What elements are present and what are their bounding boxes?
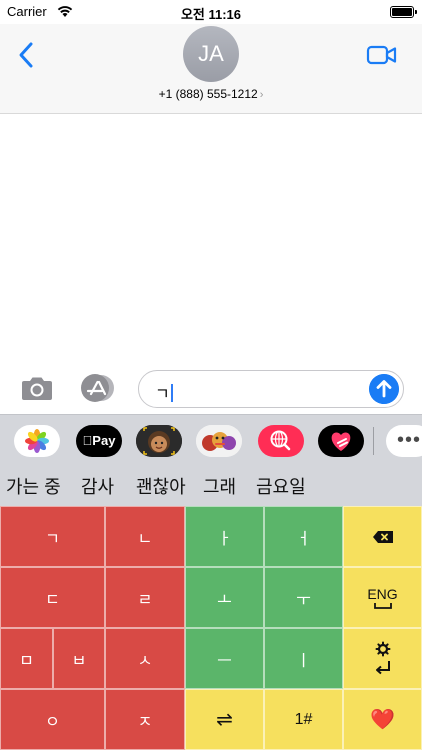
key-rieul[interactable]: ㄹ bbox=[105, 567, 185, 628]
key-mieum[interactable]: ㅁ bbox=[0, 628, 53, 689]
key-eu[interactable]: ㅡ bbox=[185, 628, 264, 689]
digital-touch-heart-icon[interactable] bbox=[318, 425, 364, 457]
settings-return-key[interactable] bbox=[343, 628, 422, 689]
message-thread bbox=[0, 114, 422, 364]
key-label: ㅂ bbox=[71, 652, 87, 670]
app-store-icon[interactable] bbox=[77, 373, 119, 403]
typed-text: ㄱ bbox=[155, 386, 170, 403]
key-label: ㅗ bbox=[217, 591, 232, 609]
key-label: ㅇ bbox=[45, 713, 60, 731]
key-giyeok[interactable]: ㄱ bbox=[0, 506, 105, 567]
messages-screen: Carrier 오전 11:16 JA +1 (888) 555-1212› bbox=[0, 0, 422, 750]
message-input-text: ㄱ bbox=[155, 380, 173, 404]
key-i[interactable]: ㅣ bbox=[264, 628, 343, 689]
send-arrow-icon[interactable] bbox=[369, 374, 399, 404]
contact-details-link[interactable]: +1 (888) 555-1212 › bbox=[0, 87, 422, 101]
key-label: ㅣ bbox=[296, 652, 311, 670]
heart-icon: ❤️ bbox=[370, 709, 395, 731]
numbers-key[interactable]: 1# bbox=[264, 689, 343, 750]
suggestion-2[interactable]: 괜찮아 bbox=[136, 473, 186, 499]
key-digeut[interactable]: ㄷ bbox=[0, 567, 105, 628]
suggestion-0[interactable]: 가는 중 bbox=[6, 473, 61, 499]
photos-icon[interactable] bbox=[14, 425, 60, 457]
emoji-heart-key[interactable]: ❤️ bbox=[343, 689, 422, 750]
camera-icon[interactable] bbox=[20, 374, 54, 402]
clock: 오전 11:16 bbox=[180, 7, 242, 22]
text-caret bbox=[170, 384, 173, 402]
apple-logo-icon:  bbox=[83, 433, 93, 448]
key-label: ㄹ bbox=[137, 591, 153, 609]
key-label: ㅡ bbox=[217, 652, 232, 670]
more-apps-icon[interactable]: ••• bbox=[386, 425, 422, 457]
key-siot[interactable]: ㅅ bbox=[105, 628, 185, 689]
key-ieung[interactable]: ㅇ bbox=[0, 689, 105, 750]
battery-icon bbox=[390, 6, 417, 18]
compose-bar: ㄱ bbox=[0, 364, 422, 414]
key-label: ㄷ bbox=[45, 591, 60, 609]
eng-space-key[interactable]: ENG bbox=[343, 567, 422, 628]
key-label: ㅓ bbox=[296, 530, 311, 548]
web-search-icon[interactable] bbox=[258, 425, 304, 457]
chevron-right-icon: › bbox=[259, 89, 264, 101]
delete-key[interactable] bbox=[343, 506, 422, 567]
message-input[interactable]: ㄱ bbox=[138, 370, 404, 408]
key-label: ㅏ bbox=[217, 530, 232, 548]
strip-divider bbox=[373, 427, 374, 455]
key-o[interactable]: ㅗ bbox=[185, 567, 264, 628]
key-label: ㄴ bbox=[137, 530, 153, 548]
suggestion-3[interactable]: 그래 bbox=[203, 473, 236, 499]
suggestion-4[interactable]: 금요일 bbox=[256, 473, 306, 499]
key-label: ㄱ bbox=[45, 530, 60, 548]
imessage-app-strip: Pay bbox=[0, 414, 422, 464]
contact-number: +1 (888) 555-1212 bbox=[158, 87, 258, 101]
switch-arrows-icon: ⇌ bbox=[216, 709, 233, 731]
korean-keyboard: ㄱ ㄴ ㅏ ㅓ ㄷ ㄹ ㅗ ㅜ ENG ㅁ ㅂ ㅅ ㅡ ㅣ ㅇ ㅈ ⇌ 1# ❤… bbox=[0, 506, 422, 750]
back-chevron-icon[interactable] bbox=[14, 40, 40, 70]
backspace-icon bbox=[372, 530, 393, 543]
key-jieut[interactable]: ㅈ bbox=[105, 689, 185, 750]
memoji-icon[interactable] bbox=[136, 425, 182, 457]
eng-label: ENG bbox=[367, 585, 398, 602]
key-bieup[interactable]: ㅂ bbox=[53, 628, 105, 689]
contact-avatar[interactable]: JA bbox=[183, 26, 239, 82]
space-bar-icon bbox=[373, 602, 392, 609]
key-nieun[interactable]: ㄴ bbox=[105, 506, 185, 567]
conversation-header: JA +1 (888) 555-1212 › bbox=[0, 24, 422, 114]
key-label: ㅅ bbox=[137, 652, 153, 670]
video-camera-icon[interactable] bbox=[366, 44, 398, 66]
key-label: ㅜ bbox=[296, 591, 311, 609]
suggestion-1[interactable]: 감사 bbox=[81, 473, 114, 499]
apple-pay-icon[interactable]: Pay bbox=[76, 425, 122, 457]
predictive-suggestions: 가는 중 감사 괜찮아 그래 금요일 bbox=[0, 464, 422, 506]
settings-return-icon bbox=[375, 641, 390, 674]
stickers-icon[interactable] bbox=[196, 425, 242, 457]
apple-pay-label: Pay bbox=[87, 433, 115, 448]
status-bar: Carrier 오전 11:16 bbox=[0, 0, 422, 24]
switch-key[interactable]: ⇌ bbox=[185, 689, 264, 750]
key-u[interactable]: ㅜ bbox=[264, 567, 343, 628]
key-a[interactable]: ㅏ bbox=[185, 506, 264, 567]
key-label: 1# bbox=[294, 710, 313, 728]
key-label: ㅈ bbox=[137, 713, 153, 731]
key-eo[interactable]: ㅓ bbox=[264, 506, 343, 567]
key-label: ㅁ bbox=[19, 652, 34, 670]
